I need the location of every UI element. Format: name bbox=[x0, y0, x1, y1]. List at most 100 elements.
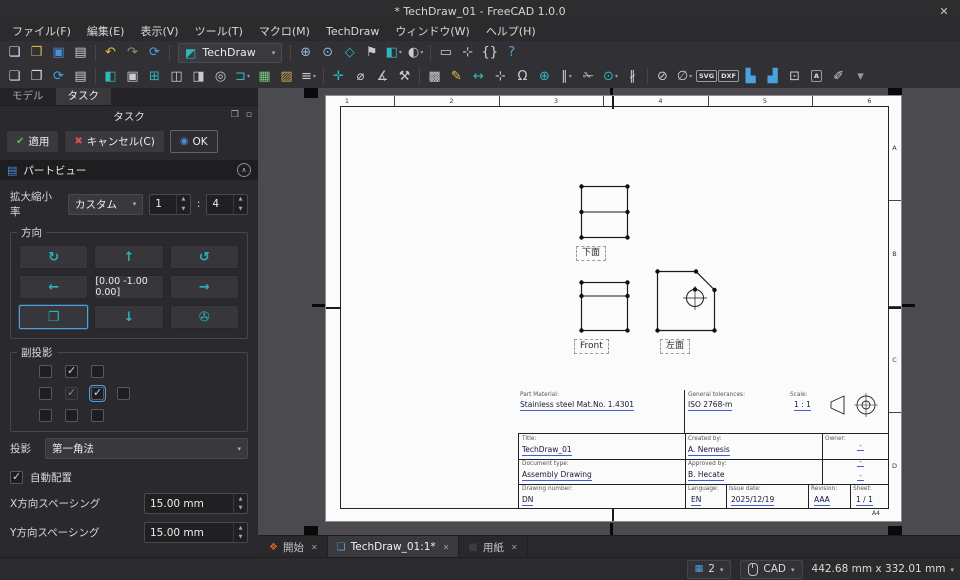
apply-button[interactable]: ✔ 適用 bbox=[6, 130, 60, 153]
menu-item-2[interactable]: 編集(E) bbox=[79, 22, 133, 41]
created-by-value[interactable]: A. Nemesis bbox=[688, 445, 730, 456]
annotation-icon[interactable]: A bbox=[806, 66, 827, 86]
tab-page-close-icon[interactable]: ✕ bbox=[511, 543, 518, 552]
owner-field-placeholder[interactable]: - bbox=[857, 442, 864, 451]
rotate-clockwise-button[interactable]: ↻ bbox=[19, 245, 89, 269]
scale-field-value[interactable]: 1 : 1 bbox=[794, 400, 811, 411]
tab-start-close-icon[interactable]: ✕ bbox=[311, 543, 318, 552]
issue-date-value[interactable]: 2025/12/19 bbox=[731, 495, 775, 506]
centerlines-dropdown-arrow-icon[interactable]: ▾ bbox=[569, 73, 572, 80]
sheet-value[interactable]: 1 / 1 bbox=[856, 495, 873, 506]
rotate-counterclockwise-button[interactable]: ↺ bbox=[169, 245, 239, 269]
stats-view-1-icon[interactable]: ▙ bbox=[740, 66, 761, 86]
float-panel-icon[interactable] bbox=[231, 110, 239, 120]
direction-down-button[interactable]: ↓ bbox=[94, 305, 164, 329]
document-type-value[interactable]: Assembly Drawing bbox=[522, 470, 592, 481]
menu-item-8[interactable]: ヘルプ(H) bbox=[478, 22, 544, 41]
insert-default-page-icon[interactable]: ❏ bbox=[4, 66, 25, 86]
view-stack-icon[interactable]: ≡ ▾ bbox=[298, 66, 319, 86]
dock-panel-icon[interactable] bbox=[246, 110, 252, 120]
face-center-line-icon[interactable]: ⊙ ▾ bbox=[600, 66, 621, 86]
menu-item-6[interactable]: TechDraw bbox=[318, 22, 387, 41]
partview-section-header[interactable]: ▤ パートビュー bbox=[0, 160, 258, 180]
fit-selection-icon[interactable]: ⚑ bbox=[361, 43, 382, 63]
secondary-projection-checkbox-2-3[interactable] bbox=[89, 385, 106, 402]
surface-finish-icon[interactable]: Ω bbox=[512, 66, 533, 86]
save-document-icon[interactable]: ▣ bbox=[48, 43, 69, 63]
tab-start[interactable]: ❖ 開始 ✕ bbox=[260, 536, 328, 558]
bounding-box-icon[interactable]: ▭ bbox=[435, 43, 456, 63]
general-tolerances-value[interactable]: ISO 2768-m bbox=[688, 400, 733, 411]
draft-line-icon[interactable]: ✐ bbox=[828, 66, 849, 86]
axonometric-direction-button[interactable]: ❒ bbox=[19, 305, 89, 329]
projection-select[interactable]: 第一角法 bbox=[45, 438, 248, 459]
menu-item-3[interactable]: 表示(V) bbox=[132, 22, 186, 41]
secondary-projection-checkbox-2-4[interactable] bbox=[117, 387, 130, 400]
face-center-line-dropdown-arrow-icon[interactable]: ▾ bbox=[615, 73, 618, 80]
direction-right-button[interactable]: → bbox=[169, 275, 239, 299]
active-view-icon[interactable]: ▣ bbox=[122, 66, 143, 86]
secondary-projection-checkbox-3-2[interactable] bbox=[65, 409, 78, 422]
draw-style-dropdown-arrow-icon[interactable]: ▾ bbox=[420, 49, 423, 56]
projection-group-icon[interactable]: ⊞ bbox=[144, 66, 165, 86]
diameter-tool-icon[interactable]: ∅ ▾ bbox=[674, 66, 695, 86]
edit-placement-icon[interactable]: ⊹ bbox=[457, 43, 478, 63]
auto-distribute-checkbox[interactable] bbox=[10, 470, 23, 484]
approved-by-value[interactable]: B. Hecate bbox=[688, 470, 725, 481]
repair-tool-icon[interactable]: ⚒ bbox=[394, 66, 415, 86]
view-front-label[interactable]: Front bbox=[574, 339, 609, 354]
export-svg-icon[interactable]: SVG bbox=[696, 66, 718, 86]
screen-view-icon[interactable]: ⊡ bbox=[784, 66, 805, 86]
owner-field-placeholder[interactable]: - bbox=[857, 472, 864, 481]
redraw-page-icon[interactable]: ⟳ bbox=[48, 66, 69, 86]
secondary-projection-checkbox-3-1[interactable] bbox=[39, 409, 52, 422]
x-spacing-spinner[interactable]: 15.00 mm bbox=[144, 493, 248, 514]
angle-tool-icon[interactable]: ∡ bbox=[372, 66, 393, 86]
dimension-length-icon[interactable]: ↔ bbox=[468, 66, 489, 86]
page-dimensions[interactable]: 442.68 mm x 332.01 mm bbox=[812, 563, 954, 575]
tab-tasks[interactable]: タスク bbox=[55, 88, 111, 105]
language-value[interactable]: EN bbox=[691, 495, 702, 506]
tab-techdraw-document-close-icon[interactable]: ✕ bbox=[443, 543, 450, 552]
tab-model[interactable]: モデル bbox=[0, 88, 56, 105]
drawing-canvas[interactable]: 123456 ABCD 下面 Front 左面 Part Material: S… bbox=[258, 88, 960, 536]
centerlines-icon[interactable]: ∥ ▾ bbox=[556, 66, 577, 86]
window-close-icon[interactable]: ✕ bbox=[936, 3, 952, 19]
direction-up-button[interactable]: ↑ bbox=[94, 245, 164, 269]
clip-group-dropdown-arrow-icon[interactable]: ▾ bbox=[247, 73, 250, 80]
insert-view-icon[interactable]: ◧ bbox=[100, 66, 121, 86]
hatch-region-icon[interactable]: ▩ bbox=[424, 66, 445, 86]
view-bottom-label[interactable]: 下面 bbox=[576, 246, 607, 261]
menu-item-4[interactable]: ツール(T) bbox=[187, 22, 251, 41]
secondary-projection-checkbox-2-1[interactable] bbox=[39, 387, 52, 400]
complex-section-icon[interactable]: ◨ bbox=[188, 66, 209, 86]
magnify-detail-icon[interactable]: ⌀ bbox=[350, 66, 371, 86]
cosmetic-parallel-icon[interactable]: ∦ bbox=[622, 66, 643, 86]
title-value[interactable]: TechDraw_01 bbox=[522, 445, 572, 456]
secondary-projection-checkbox-1-1[interactable] bbox=[39, 365, 52, 378]
direction-left-button[interactable]: ← bbox=[19, 275, 89, 299]
camera-direction-button[interactable]: ✇ bbox=[169, 305, 239, 329]
standard-views-dropdown-arrow-icon[interactable]: ▾ bbox=[399, 49, 402, 56]
y-spacing-spinner[interactable]: 15.00 mm bbox=[144, 522, 248, 543]
redo-icon[interactable]: ↷ bbox=[122, 43, 143, 63]
cosmetic-vertex-icon[interactable]: ✛ bbox=[328, 66, 349, 86]
spreadsheet-view-icon[interactable]: ▦ bbox=[254, 66, 275, 86]
refresh-document-icon[interactable]: ⟳ bbox=[144, 43, 165, 63]
draw-style-icon[interactable]: ◐ ▾ bbox=[405, 43, 426, 63]
edit-parameters-icon[interactable]: {} bbox=[479, 43, 500, 63]
view-stack-dropdown-arrow-icon[interactable]: ▾ bbox=[313, 73, 316, 80]
grid-size-select[interactable]: ▦ 2 bbox=[686, 559, 732, 579]
center-mark-icon[interactable]: ⊕ bbox=[534, 66, 555, 86]
menu-item-7[interactable]: ウィンドウ(W) bbox=[387, 22, 477, 41]
ok-button[interactable]: ◉ OK bbox=[169, 130, 218, 153]
axonometric-view-icon[interactable]: ◇ bbox=[339, 43, 360, 63]
zoom-fit-icon[interactable]: ⊙ bbox=[317, 43, 338, 63]
cosmetic-eraser-icon[interactable]: ✁ bbox=[578, 66, 599, 86]
stats-view-2-icon[interactable]: ▟ bbox=[762, 66, 783, 86]
open-document-icon[interactable]: ❐ bbox=[26, 43, 47, 63]
clip-group-icon[interactable]: ⊐ ▾ bbox=[232, 66, 253, 86]
secondary-projection-checkbox-1-3[interactable] bbox=[91, 365, 104, 378]
tab-techdraw-document[interactable]: ❏ TechDraw_01:1* ✕ bbox=[327, 536, 460, 558]
print-document-icon[interactable]: ▤ bbox=[70, 43, 91, 63]
